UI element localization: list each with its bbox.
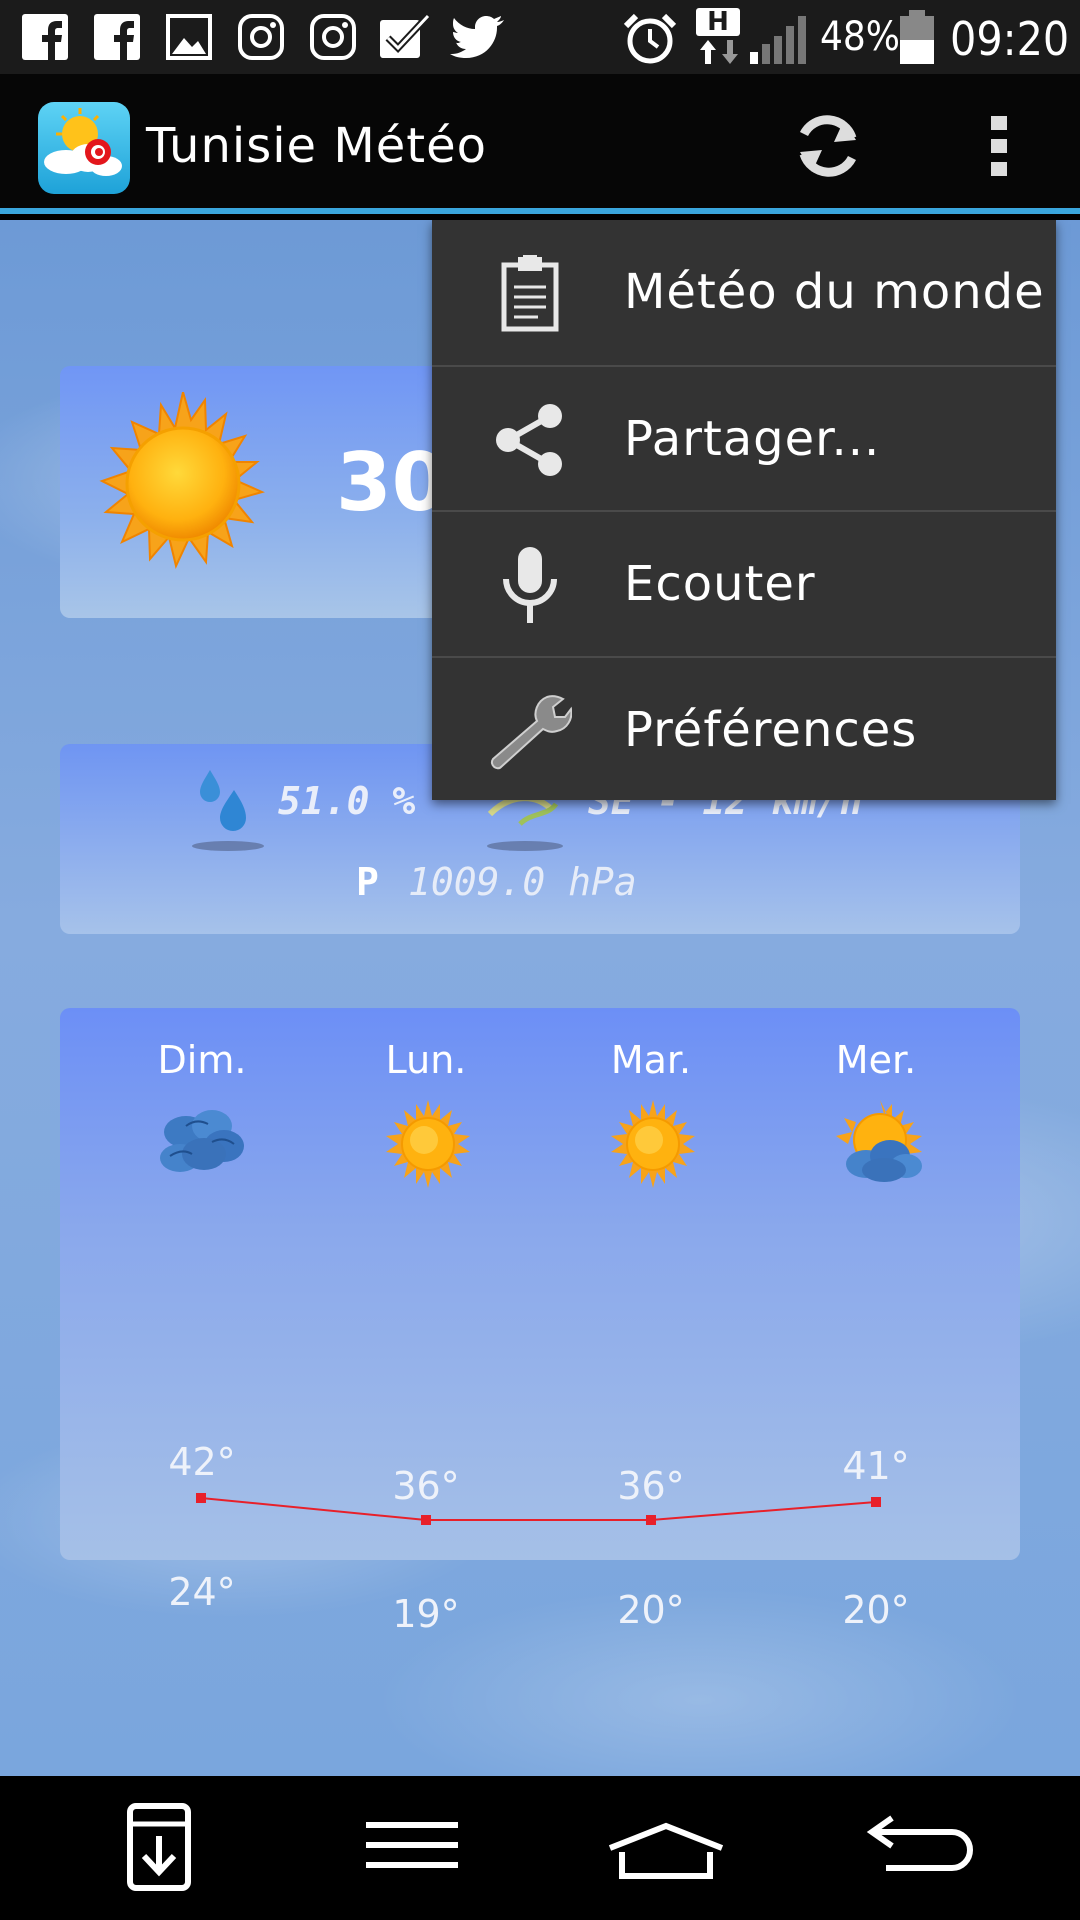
menu-item-label: Ecouter <box>624 556 816 612</box>
hspa-data-icon: H <box>696 7 740 37</box>
forecast-low-temp: 20° <box>617 1588 685 1632</box>
overflow-menu-icon[interactable] <box>986 114 1012 178</box>
battery-percent: 48% <box>820 14 900 60</box>
forecast-low-temp: 19° <box>392 1592 460 1636</box>
facebook-icon <box>22 14 68 60</box>
menu-item-world-weather[interactable]: Météo du monde <box>432 220 1056 366</box>
menu-item-label: Partager... <box>624 411 881 467</box>
current-temperature: 30 <box>336 436 448 529</box>
clipboard-icon <box>501 255 559 332</box>
network-type-label: H <box>707 7 729 37</box>
forecast-high-temp: 42° <box>168 1440 236 1484</box>
home-icon[interactable] <box>606 1822 726 1882</box>
instagram-icon <box>238 14 284 60</box>
download-icon[interactable] <box>126 1802 192 1892</box>
humidity-drops-icon <box>192 770 264 851</box>
sun-icon <box>99 392 265 570</box>
app-logo-icon[interactable] <box>36 100 132 196</box>
menu-item-share[interactable]: Partager... <box>432 367 1056 513</box>
status-bar: H 48% 09:20 <box>0 0 1080 74</box>
overflow-menu: Météo du monde Partager... Ecouter Préfé… <box>432 220 1056 800</box>
refresh-icon[interactable] <box>790 108 866 184</box>
navigation-bar <box>0 1776 1080 1920</box>
forecast-high-temp: 36° <box>392 1464 460 1508</box>
wrench-icon <box>491 695 572 770</box>
pressure-label: P <box>356 860 379 904</box>
high-temp-point <box>646 1515 656 1525</box>
menu-icon[interactable] <box>364 1820 460 1870</box>
twitter-icon <box>450 16 504 58</box>
gallery-icon <box>166 14 212 60</box>
signal-icon <box>750 16 806 64</box>
forecast-panel: Dim. Lun. Mar. Mer. 42° 36° 36° 41° 24° … <box>60 1008 1020 1636</box>
forecast-high-temp: 41° <box>842 1444 910 1488</box>
humidity-value: 51.0 % <box>278 779 416 823</box>
microphone-icon <box>503 547 557 623</box>
menu-item-label: Préférences <box>624 702 918 758</box>
facebook-icon <box>94 14 140 60</box>
high-temp-point <box>421 1515 431 1525</box>
high-temp-line <box>200 1497 877 1521</box>
forecast-low-temp: 20° <box>842 1588 910 1632</box>
back-icon[interactable] <box>866 1814 974 1876</box>
forecast-low-temp: 24° <box>168 1570 236 1614</box>
high-temp-point <box>871 1497 881 1507</box>
checkbox-icon <box>380 13 431 58</box>
data-arrows-icon <box>700 40 738 64</box>
instagram-icon <box>310 14 356 60</box>
menu-item-preferences[interactable]: Préférences <box>432 658 1056 804</box>
clock: 09:20 <box>950 12 1070 66</box>
share-icon <box>496 404 562 476</box>
action-bar: Tunisie Météo <box>0 74 1080 214</box>
pressure-value: 1009.0 hPa <box>408 860 637 904</box>
app-title: Tunisie Météo <box>146 118 488 174</box>
high-temp-point <box>196 1493 206 1503</box>
menu-item-label: Météo du monde <box>624 264 1045 320</box>
alarm-icon <box>623 13 677 64</box>
menu-item-listen[interactable]: Ecouter <box>432 512 1056 658</box>
battery-icon <box>900 10 934 64</box>
forecast-high-temp: 36° <box>617 1464 685 1508</box>
